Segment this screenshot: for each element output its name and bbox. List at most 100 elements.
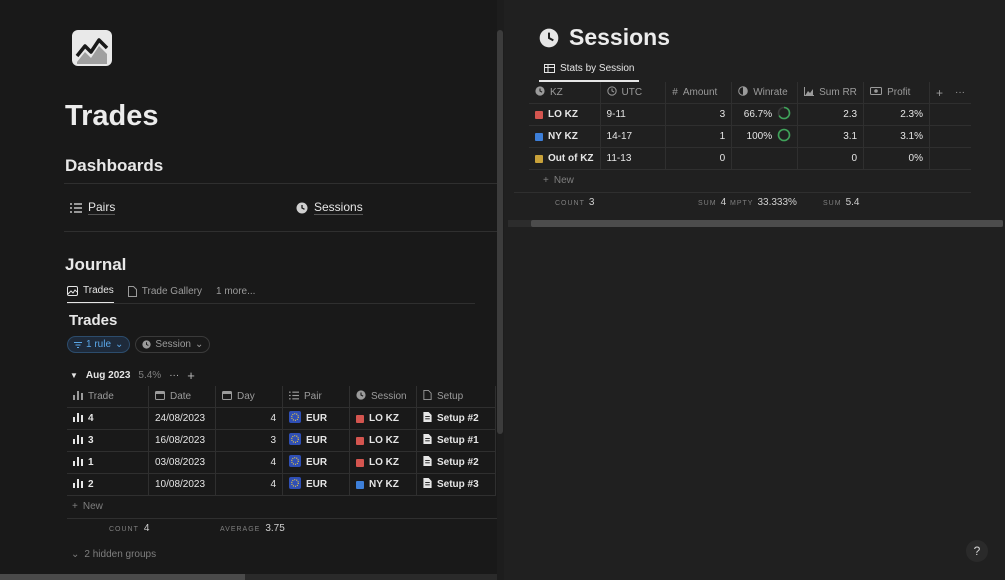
pair-cell[interactable]: EUR [282,407,350,430]
date-cell[interactable]: 24/08/2023 [148,407,216,430]
tab-trades[interactable]: Trades [67,285,114,304]
horizontal-scrollbar[interactable] [0,574,497,580]
winrate-cell[interactable]: 66.7% [731,103,799,126]
session-cell[interactable]: LO KZ [349,451,417,474]
session-cell[interactable]: NY KZ [349,473,417,496]
kz-cell[interactable]: LO KZ [529,103,601,126]
amount-cell[interactable]: 0 [665,147,733,170]
add-icon[interactable]: + [187,368,195,383]
amount-sum-summary[interactable]: SUM 4 [698,197,726,208]
filter-rule-pill[interactable]: 1 rule ⌄ [67,336,131,353]
scrollbar-thumb[interactable] [531,220,1003,227]
average-summary[interactable]: AVERAGE 3.75 [220,523,285,534]
day-cell[interactable]: 4 [215,407,283,430]
table-row[interactable]: NY KZ 14-17 1 100% 3.1 3.1% [529,125,971,148]
profit-cell[interactable]: 3.1% [863,125,930,148]
link-sessions[interactable]: Sessions [296,200,363,215]
column-header-trade[interactable]: Trade [67,386,149,408]
sessions-title: Sessions [569,24,670,50]
date-cell[interactable]: 03/08/2023 [148,451,216,474]
trade-cell[interactable]: 2 [67,473,149,496]
column-header-day[interactable]: Day [215,386,283,408]
session-cell[interactable]: LO KZ [349,407,417,430]
day-cell[interactable]: 4 [215,451,283,474]
group-header[interactable]: ▼ Aug 2023 5.4% ··· + [70,368,195,383]
rr-sum-summary[interactable]: SUM 5.4 [823,197,859,208]
vertical-scrollbar[interactable] [497,0,504,580]
setup-cell[interactable]: Setup #2 [416,451,496,474]
kz-cell[interactable]: NY KZ [529,125,601,148]
utc-cell[interactable]: 14-17 [599,125,667,148]
eu-flag-icon [289,477,301,492]
winrate-cell[interactable]: 100% [731,125,799,148]
count-summary[interactable]: COUNT 3 [555,197,594,208]
sum-rr-cell[interactable]: 3.1 [797,125,865,148]
scrollbar-thumb[interactable] [0,574,245,580]
trade-value: 1 [88,457,94,468]
column-header-amount[interactable]: # Amount [665,82,733,104]
count-summary[interactable]: COUNT 4 [109,523,149,534]
add-column-icon[interactable]: + [936,86,943,100]
column-header-session[interactable]: Session [349,386,417,408]
tab-more[interactable]: 1 more... [216,286,255,303]
more-options-icon[interactable]: ··· [169,370,179,381]
trade-value: 4 [88,413,94,424]
kz-cell[interactable]: Out of KZ [529,147,601,170]
column-header-setup[interactable]: Setup [416,386,496,408]
setup-cell[interactable]: Setup #2 [416,407,496,430]
chevron-down-icon: ⌄ [71,549,80,560]
tab-trade-gallery[interactable]: Trade Gallery [127,286,202,303]
amount-cell[interactable]: 3 [665,103,733,126]
column-header-profit[interactable]: Profit [863,82,930,104]
winrate-cell[interactable] [731,147,799,170]
column-header-winrate[interactable]: Winrate [731,82,799,104]
sum-rr-cell[interactable]: 0 [797,147,865,170]
table-row[interactable]: 2 10/08/2023 4 EUR NY KZ Setup #3 [67,473,496,496]
column-header-pair[interactable]: Pair [282,386,350,408]
empty-cell [928,103,971,126]
pair-cell[interactable]: EUR [282,473,350,496]
horizontal-scrollbar[interactable] [508,220,1003,227]
table-row[interactable]: Out of KZ 11-13 0 0 0% [529,147,971,170]
trade-cell[interactable]: 3 [67,429,149,452]
table-row[interactable]: 1 03/08/2023 4 EUR LO KZ Setup #2 [67,451,496,474]
sessions-table: KZ UTC # Amount Winrate Sum RR Profit + ··… [529,82,971,170]
table-row[interactable]: LO KZ 9-11 3 66.7% 2.3 2.3% [529,103,971,126]
date-cell[interactable]: 10/08/2023 [148,473,216,496]
utc-cell[interactable]: 11-13 [599,147,667,170]
table-row[interactable]: 4 24/08/2023 4 EUR LO KZ Setup #2 [67,407,496,430]
profit-cell[interactable]: 0% [863,147,930,170]
winrate-empty-summary[interactable]: MPTY 33.333% [730,197,797,208]
trade-cell[interactable]: 1 [67,451,149,474]
link-pairs[interactable]: Pairs [70,200,116,215]
day-cell[interactable]: 3 [215,429,283,452]
tab-stats-by-session[interactable]: Stats by Session [539,63,640,82]
sum-rr-cell[interactable]: 2.3 [797,103,865,126]
setup-cell[interactable]: Setup #1 [416,429,496,452]
scrollbar-thumb[interactable] [497,30,503,434]
add-new-row[interactable]: + New [72,501,103,512]
trade-cell[interactable]: 4 [67,407,149,430]
setup-cell[interactable]: Setup #3 [416,473,496,496]
session-cell[interactable]: LO KZ [349,429,417,452]
hidden-groups-toggle[interactable]: ⌄ 2 hidden groups [71,549,156,560]
pair-cell[interactable]: EUR [282,451,350,474]
profit-cell[interactable]: 2.3% [863,103,930,126]
plus-icon: + [543,175,549,186]
date-cell[interactable]: 16/08/2023 [148,429,216,452]
add-new-row[interactable]: + New [543,175,574,186]
day-cell[interactable]: 4 [215,473,283,496]
column-header-kz[interactable]: KZ [529,82,601,104]
column-header-date[interactable]: Date [148,386,216,408]
more-options-icon[interactable]: ··· [955,87,965,98]
bar-chart-icon [73,434,83,447]
column-header-utc[interactable]: UTC [599,82,667,104]
amount-cell[interactable]: 1 [665,125,733,148]
pair-cell[interactable]: EUR [282,429,350,452]
column-header-sum-rr[interactable]: Sum RR [797,82,865,104]
table-row[interactable]: 3 16/08/2023 3 EUR LO KZ Setup #1 [67,429,496,452]
help-button[interactable]: ? [966,540,988,562]
caret-down-icon[interactable]: ▼ [70,371,78,380]
utc-cell[interactable]: 9-11 [599,103,667,126]
filter-session-pill[interactable]: Session ⌄ [135,336,211,353]
